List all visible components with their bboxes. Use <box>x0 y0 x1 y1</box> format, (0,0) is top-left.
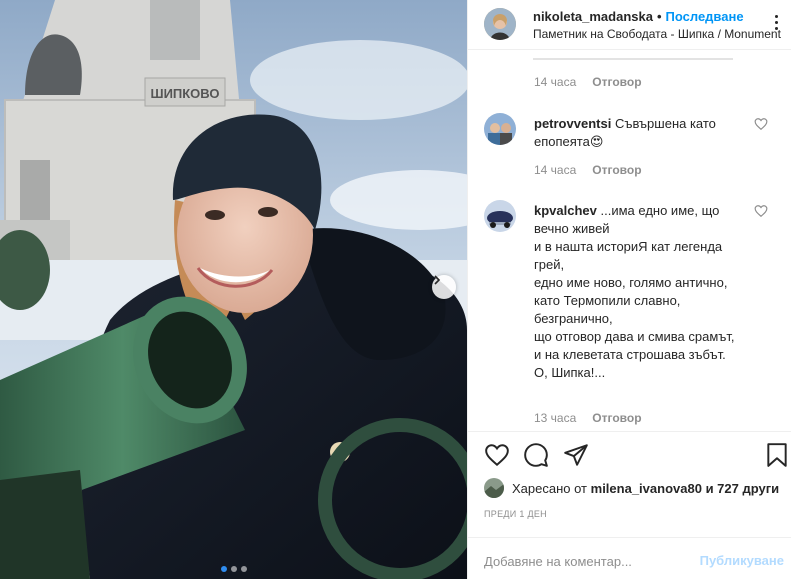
follow-button[interactable]: Последване <box>666 9 744 24</box>
more-dot-icon <box>774 14 778 18</box>
post-date[interactable]: ПРЕДИ 1 ДЕН <box>484 509 547 519</box>
post-header: nikoleta_madanska • Последване Паметник на… <box>468 0 791 50</box>
likes-suffix[interactable]: и 727 други <box>706 481 780 496</box>
commenter-avatar[interactable] <box>484 200 516 232</box>
likes-summary: Харесано от milena_ivanova80 и 727 други <box>484 478 779 498</box>
more-options-button[interactable] <box>768 10 784 34</box>
comment-time[interactable]: 14 часа <box>534 163 576 177</box>
reply-button[interactable]: Отговор <box>592 411 641 425</box>
avatar-image-icon <box>484 8 516 40</box>
carousel-indicator <box>0 566 467 572</box>
commenter-username[interactable]: petrovventsi <box>534 116 611 131</box>
author-avatar[interactable] <box>484 8 516 40</box>
add-comment-bar: Публикуване <box>468 537 791 579</box>
carousel-next-button[interactable] <box>432 275 456 299</box>
reply-button[interactable]: Отговор <box>592 163 641 177</box>
like-heart-icon[interactable] <box>484 442 510 468</box>
post-location[interactable]: Паметник на Свободата - Шипка / Monument <box>533 27 783 41</box>
share-paper-plane-icon[interactable] <box>563 442 589 468</box>
reply-button[interactable]: Отговор <box>592 75 641 89</box>
comment-bubble-icon[interactable] <box>523 442 549 468</box>
comments-list[interactable]: 14 часа Отговор petrovventsi Съвършена ка… <box>468 51 791 431</box>
carousel-dot <box>240 566 247 572</box>
cannon-photo-image: ШИПКОВО <box>0 0 467 579</box>
truncated-comment-text <box>533 54 733 60</box>
post-photo[interactable]: ШИПКОВО <box>0 0 467 579</box>
post-actions-bar <box>468 431 791 476</box>
comment-time[interactable]: 13 часа <box>534 411 576 425</box>
avatar-image-icon <box>484 478 504 498</box>
post-side-panel: nikoleta_madanska • Последване Паметник на… <box>467 0 791 579</box>
avatar-image-icon <box>484 113 516 145</box>
more-dot-icon <box>774 26 778 30</box>
liker-username[interactable]: milena_ivanova80 <box>591 481 702 496</box>
monument-inscription: ШИПКОВО <box>151 86 220 101</box>
comment-text: ...има едно име, що вечно живей и в нашт… <box>534 203 735 380</box>
more-dot-icon <box>774 20 778 24</box>
header-separator: • <box>656 9 662 24</box>
liker-avatar[interactable] <box>484 478 504 498</box>
comment-time[interactable]: 14 часа <box>534 75 576 89</box>
comment-body: petrovventsi Съвършена като епопеята😍 <box>534 115 754 151</box>
commenter-avatar[interactable] <box>484 113 516 145</box>
avatar-image-icon <box>484 200 516 232</box>
likes-prefix: Харесано от <box>512 480 588 496</box>
comment-meta: 14 часа Отговор <box>534 163 658 177</box>
comment-meta: 14 часа Отговор <box>534 75 658 89</box>
author-username[interactable]: nikoleta_madanska <box>533 9 653 24</box>
commenter-username[interactable]: kpvalchev <box>534 203 597 218</box>
carousel-dot <box>220 566 227 572</box>
post-comment-button[interactable]: Публикуване <box>700 553 784 568</box>
comment-body: kpvalchev ...има едно име, що вечно живе… <box>534 202 754 382</box>
save-bookmark-icon[interactable] <box>764 442 790 468</box>
comment-input[interactable] <box>484 552 694 570</box>
like-comment-heart-icon[interactable] <box>754 204 768 218</box>
carousel-dot <box>230 566 237 572</box>
chevron-right-icon <box>434 275 441 285</box>
like-comment-heart-icon[interactable] <box>754 117 768 131</box>
comment-meta: 13 часа Отговор <box>534 411 658 425</box>
